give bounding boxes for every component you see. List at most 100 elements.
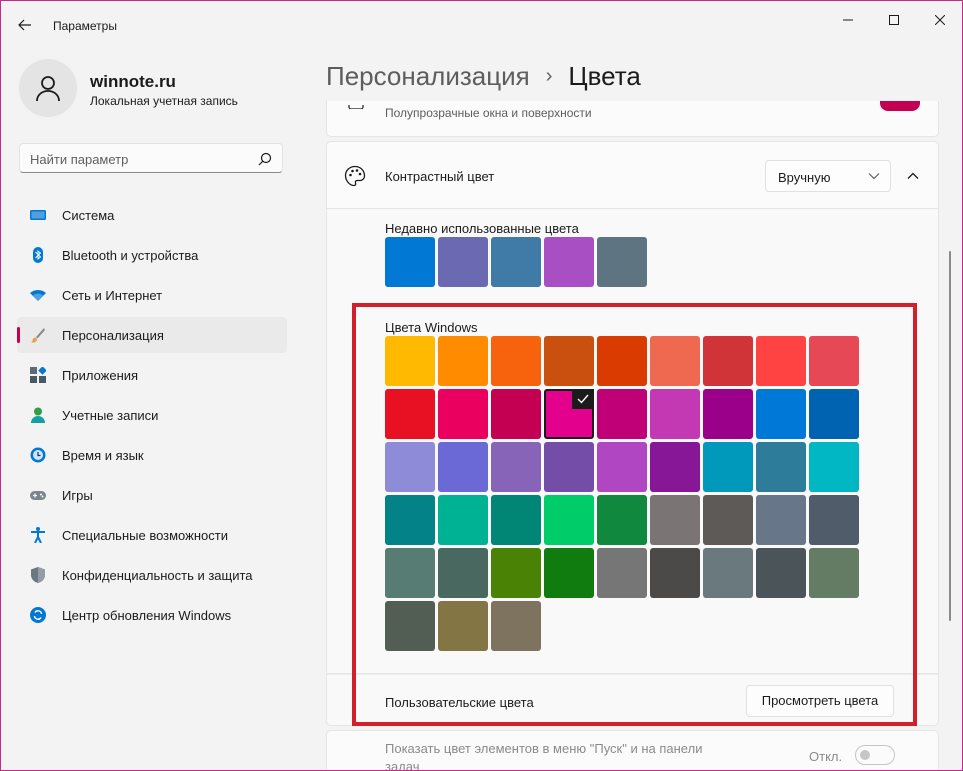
windows-color-swatch[interactable] bbox=[703, 336, 753, 386]
windows-color-swatch[interactable] bbox=[650, 495, 700, 545]
app-title: Параметры bbox=[53, 19, 117, 33]
apps-icon bbox=[30, 367, 46, 383]
scrollbar[interactable] bbox=[949, 251, 951, 621]
accent-mode-select[interactable]: Вручную bbox=[765, 160, 891, 192]
windows-color-swatch[interactable] bbox=[809, 495, 859, 545]
windows-color-swatch[interactable] bbox=[491, 548, 541, 598]
windows-color-swatch[interactable] bbox=[703, 548, 753, 598]
minimize-icon bbox=[843, 19, 853, 21]
user-profile[interactable]: winnote.ru Локальная учетная запись bbox=[19, 59, 299, 119]
windows-color-swatch[interactable] bbox=[650, 548, 700, 598]
sidebar-item-label: Специальные возможности bbox=[62, 528, 228, 543]
windows-color-swatch[interactable] bbox=[650, 442, 700, 492]
windows-color-swatch[interactable] bbox=[438, 495, 488, 545]
recent-color-swatch[interactable] bbox=[491, 237, 541, 287]
user-name: winnote.ru bbox=[90, 72, 176, 91]
recent-color-swatch[interactable] bbox=[544, 237, 594, 287]
windows-color-swatch[interactable] bbox=[544, 548, 594, 598]
windows-color-swatch[interactable] bbox=[597, 548, 647, 598]
windows-color-swatch[interactable] bbox=[703, 495, 753, 545]
windows-color-swatch[interactable] bbox=[597, 389, 647, 439]
windows-color-swatch[interactable] bbox=[385, 495, 435, 545]
sidebar-item-bluetooth[interactable]: Bluetooth и устройства bbox=[17, 237, 287, 273]
breadcrumb-parent[interactable]: Персонализация bbox=[326, 61, 530, 91]
windows-color-swatch[interactable] bbox=[438, 389, 488, 439]
close-button[interactable] bbox=[917, 5, 962, 35]
windows-color-swatch[interactable] bbox=[650, 389, 700, 439]
transparency-toggle[interactable] bbox=[880, 101, 920, 111]
accent-color-header: Контрастный цвет Вручную bbox=[326, 141, 939, 209]
search-input[interactable]: Найти параметр bbox=[19, 143, 283, 173]
avatar bbox=[19, 59, 77, 117]
windows-color-swatch[interactable] bbox=[809, 389, 859, 439]
windows-color-swatch[interactable] bbox=[756, 389, 806, 439]
maximize-button[interactable] bbox=[871, 5, 917, 35]
windows-color-swatch[interactable] bbox=[809, 442, 859, 492]
sidebar-item-accessibility[interactable]: Специальные возможности bbox=[17, 517, 287, 553]
windows-color-swatch[interactable] bbox=[597, 495, 647, 545]
recent-color-swatch[interactable] bbox=[438, 237, 488, 287]
windows-colors-grid bbox=[385, 336, 859, 651]
windows-color-swatch[interactable] bbox=[491, 495, 541, 545]
title-bar: Параметры bbox=[1, 1, 962, 45]
collapse-button[interactable] bbox=[903, 166, 923, 186]
windows-colors-title: Цвета Windows bbox=[385, 320, 478, 335]
view-colors-button[interactable]: Просмотреть цвета bbox=[746, 685, 894, 717]
transparency-description: Полупрозрачные окна и поверхности bbox=[385, 106, 592, 120]
windows-color-swatch[interactable] bbox=[385, 601, 435, 651]
windows-color-swatch[interactable] bbox=[597, 336, 647, 386]
start-taskbar-toggle[interactable] bbox=[855, 745, 895, 765]
breadcrumb-separator: › bbox=[545, 65, 553, 87]
windows-color-swatch[interactable] bbox=[703, 389, 753, 439]
sidebar-item-label: Центр обновления Windows bbox=[62, 608, 232, 623]
person-icon bbox=[36, 76, 60, 102]
windows-color-swatch[interactable] bbox=[809, 548, 859, 598]
windows-color-swatch[interactable] bbox=[650, 336, 700, 386]
windows-color-swatch[interactable] bbox=[756, 442, 806, 492]
start-taskbar-card: Показать цвет элементов в меню "Пуск" и … bbox=[326, 730, 939, 770]
transparency-card: Полупрозрачные окна и поверхности bbox=[326, 101, 939, 137]
windows-color-swatch[interactable] bbox=[756, 548, 806, 598]
back-button[interactable] bbox=[11, 11, 39, 39]
sidebar-item-network[interactable]: Сеть и Интернет bbox=[17, 277, 287, 313]
windows-color-swatch[interactable] bbox=[597, 442, 647, 492]
sidebar-item-accounts[interactable]: Учетные записи bbox=[17, 397, 287, 433]
windows-color-swatch[interactable] bbox=[544, 336, 594, 386]
windows-color-swatch[interactable] bbox=[385, 442, 435, 492]
recent-color-swatch[interactable] bbox=[597, 237, 647, 287]
windows-color-swatch[interactable] bbox=[438, 442, 488, 492]
windows-color-swatch[interactable] bbox=[544, 495, 594, 545]
windows-color-swatch[interactable] bbox=[809, 336, 859, 386]
sidebar-item-label: Игры bbox=[62, 488, 93, 503]
sidebar-item-label: Bluetooth и устройства bbox=[62, 248, 199, 263]
brush-icon bbox=[31, 328, 45, 343]
recent-color-swatch[interactable] bbox=[385, 237, 435, 287]
person-icon bbox=[31, 407, 45, 423]
windows-color-swatch[interactable] bbox=[491, 336, 541, 386]
sidebar-item-personalization[interactable]: Персонализация bbox=[17, 317, 287, 353]
windows-color-swatch[interactable] bbox=[491, 601, 541, 651]
sidebar-item-apps[interactable]: Приложения bbox=[17, 357, 287, 393]
windows-color-swatch[interactable] bbox=[438, 548, 488, 598]
minimize-button[interactable] bbox=[825, 5, 871, 35]
windows-color-swatch[interactable] bbox=[756, 336, 806, 386]
sidebar-item-time-language[interactable]: Время и язык bbox=[17, 437, 287, 473]
sidebar-item-windows-update[interactable]: Центр обновления Windows bbox=[17, 597, 287, 633]
sidebar-item-privacy[interactable]: Конфиденциальность и защита bbox=[17, 557, 287, 593]
sidebar-item-label: Сеть и Интернет bbox=[62, 288, 163, 303]
windows-color-swatch[interactable] bbox=[385, 389, 435, 439]
windows-color-swatch[interactable] bbox=[544, 442, 594, 492]
windows-color-swatch[interactable] bbox=[385, 548, 435, 598]
windows-color-swatch[interactable] bbox=[385, 336, 435, 386]
update-icon bbox=[30, 607, 46, 623]
search-icon[interactable] bbox=[258, 152, 272, 166]
windows-color-swatch[interactable] bbox=[703, 442, 753, 492]
windows-color-swatch[interactable] bbox=[756, 495, 806, 545]
windows-color-swatch[interactable] bbox=[438, 336, 488, 386]
windows-color-swatch[interactable] bbox=[491, 442, 541, 492]
sidebar-item-gaming[interactable]: Игры bbox=[17, 477, 287, 513]
sidebar-item-system[interactable]: Система bbox=[17, 197, 287, 233]
windows-color-swatch[interactable] bbox=[544, 389, 594, 439]
windows-color-swatch[interactable] bbox=[491, 389, 541, 439]
windows-color-swatch[interactable] bbox=[438, 601, 488, 651]
